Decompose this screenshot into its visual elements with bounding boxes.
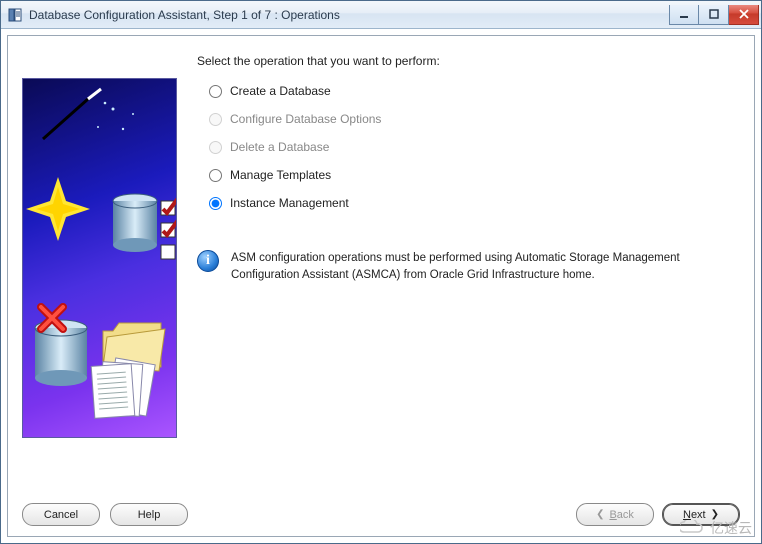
- window-root: Database Configuration Assistant, Step 1…: [0, 0, 762, 544]
- info-row: i ASM configuration operations must be p…: [197, 250, 740, 283]
- option-delete: Delete a Database: [209, 140, 740, 154]
- next-label: Next: [683, 509, 706, 521]
- back-button[interactable]: ❮ Back: [576, 503, 654, 526]
- option-template: Manage Templates: [209, 168, 740, 182]
- option-label-instance[interactable]: Instance Management: [230, 196, 349, 210]
- maximize-button[interactable]: [699, 5, 729, 25]
- option-radio-template[interactable]: [209, 169, 222, 182]
- next-button[interactable]: Next ❯: [662, 503, 740, 526]
- option-label-config: Configure Database Options: [230, 112, 381, 126]
- info-text: ASM configuration operations must be per…: [231, 250, 740, 283]
- titlebar: Database Configuration Assistant, Step 1…: [1, 1, 761, 29]
- option-label-delete: Delete a Database: [230, 140, 329, 154]
- content-row: Select the operation that you want to pe…: [22, 48, 740, 493]
- back-arrow-icon: ❮: [596, 509, 604, 520]
- option-radio-create[interactable]: [209, 85, 222, 98]
- next-arrow-icon: ❯: [711, 509, 719, 520]
- option-radio-instance[interactable]: [209, 197, 222, 210]
- minimize-button[interactable]: [669, 5, 699, 25]
- option-label-template[interactable]: Manage Templates: [230, 168, 331, 182]
- wizard-panel: Select the operation that you want to pe…: [7, 35, 755, 537]
- option-instance: Instance Management: [209, 196, 740, 210]
- wizard-side-image: [22, 78, 177, 438]
- main-area: Select the operation that you want to pe…: [197, 48, 740, 493]
- cancel-button[interactable]: Cancel: [22, 503, 100, 526]
- option-radio-config: [209, 113, 222, 126]
- help-button[interactable]: Help: [110, 503, 188, 526]
- option-config: Configure Database Options: [209, 112, 740, 126]
- info-icon: i: [197, 250, 219, 272]
- option-label-create[interactable]: Create a Database: [230, 84, 331, 98]
- app-icon: [7, 7, 23, 23]
- window-controls: [669, 5, 759, 25]
- back-label: Back: [609, 509, 633, 521]
- window-title: Database Configuration Assistant, Step 1…: [29, 8, 669, 22]
- operation-options: Create a Database Configure Database Opti…: [209, 84, 740, 210]
- option-radio-delete: [209, 141, 222, 154]
- close-button[interactable]: [729, 5, 759, 25]
- button-bar: Cancel Help ❮ Back Next ❯: [22, 493, 740, 526]
- option-create: Create a Database: [209, 84, 740, 98]
- instruction-text: Select the operation that you want to pe…: [197, 54, 740, 68]
